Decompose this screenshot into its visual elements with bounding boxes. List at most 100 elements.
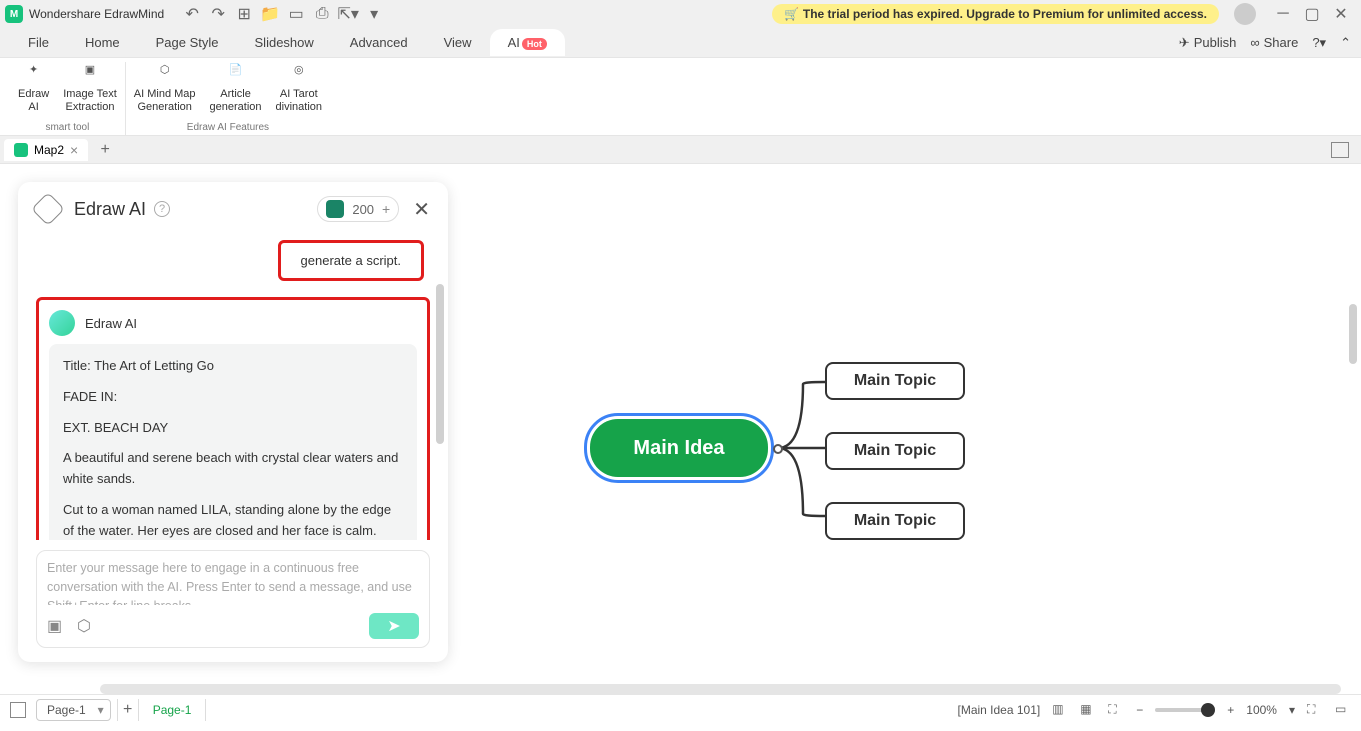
share-button[interactable]: ∞Share <box>1250 35 1298 50</box>
menu-ai[interactable]: AIHot <box>490 29 565 56</box>
zoom-dropdown-icon[interactable]: ▾ <box>1289 703 1295 717</box>
ai-response-body: Title: The Art of Letting Go FADE IN: EX… <box>49 344 417 540</box>
bot-icon <box>326 200 344 218</box>
chat-scrollbar[interactable] <box>436 284 444 444</box>
canvas[interactable]: Edraw AI ? 200 + ✕ generate a script. Ed… <box>0 164 1361 694</box>
edraw-ai-panel: Edraw AI ? 200 + ✕ generate a script. Ed… <box>18 182 448 662</box>
script-line: EXT. BEACH DAY <box>63 418 403 439</box>
script-line: A beautiful and serene beach with crysta… <box>63 448 403 490</box>
ai-name: Edraw AI <box>85 316 137 331</box>
ribbon-group-smart-tool: ✦Edraw AI ▣Image Text Extraction smart t… <box>10 62 126 135</box>
menubar: File Home Page Style Slideshow Advanced … <box>0 28 1361 58</box>
connectors <box>768 364 828 544</box>
window-controls: ─ ▢ ✕ <box>1276 7 1348 21</box>
minimize-icon[interactable]: ─ <box>1276 7 1290 21</box>
ai-mindmap-button[interactable]: ⬡AI Mind Map Generation <box>130 62 200 116</box>
panel-toggle-icon[interactable] <box>1331 142 1349 158</box>
menu-view[interactable]: View <box>426 31 490 54</box>
page-dropdown[interactable]: Page-1 <box>36 699 111 721</box>
maximize-icon[interactable]: ▢ <box>1305 7 1319 21</box>
send-icon: ➤ <box>387 616 400 636</box>
horizontal-scrollbar[interactable] <box>100 684 1341 694</box>
export-icon[interactable]: ⇱▾ <box>340 6 356 22</box>
trial-banner[interactable]: 🛒 The trial period has expired. Upgrade … <box>772 4 1219 24</box>
zoom-in-button[interactable]: + <box>1227 703 1234 717</box>
ribbon-group-ai-features: ⬡AI Mind Map Generation 📄Article generat… <box>126 62 330 135</box>
quick-access-toolbar: ↶ ↷ ⊞ 📁 ▭ ⎙ ⇱▾ ▾ <box>184 6 382 22</box>
close-icon[interactable]: ✕ <box>1334 7 1348 21</box>
menu-ai-label: AI <box>508 35 520 50</box>
ai-panel-header: Edraw AI ? 200 + ✕ <box>18 196 448 234</box>
ocr-icon: ▣ <box>79 64 101 86</box>
menu-home[interactable]: Home <box>67 31 138 54</box>
image-text-extraction-button[interactable]: ▣Image Text Extraction <box>59 62 121 116</box>
add-tokens-button[interactable]: + <box>382 201 390 217</box>
article-generation-button[interactable]: 📄Article generation <box>206 62 266 116</box>
image-input-icon[interactable]: ▣ <box>47 616 67 636</box>
add-tab-button[interactable]: + <box>96 141 114 159</box>
share-icon: ∞ <box>1250 35 1259 50</box>
ai-panel-title: Edraw AI <box>74 199 146 220</box>
user-avatar[interactable] <box>1234 3 1256 25</box>
vertical-scrollbar[interactable] <box>1349 304 1357 364</box>
status-right: [Main Idea 101] ▥ ▦ ⛶ − + 100% ▾ ⛶ ▭ <box>958 702 1352 718</box>
help-button[interactable]: ?▾ <box>1312 35 1326 51</box>
more-icon[interactable]: ▾ <box>366 6 382 22</box>
script-line: FADE IN: <box>63 387 403 408</box>
titlebar: M Wondershare EdrawMind ↶ ↷ ⊞ 📁 ▭ ⎙ ⇱▾ ▾… <box>0 0 1361 28</box>
outline-icon[interactable] <box>10 702 26 718</box>
save-icon[interactable]: ▭ <box>288 6 304 22</box>
help-icon[interactable]: ? <box>154 201 170 217</box>
doc-icon <box>14 143 28 157</box>
fullscreen-icon[interactable]: ⛶ <box>1307 702 1323 718</box>
app-title: Wondershare EdrawMind <box>29 7 164 21</box>
chat-input-area: Enter your message here to engage in a c… <box>36 550 430 648</box>
tarot-button[interactable]: ◎AI Tarot divination <box>272 62 326 116</box>
menu-file[interactable]: File <box>10 31 67 54</box>
publish-button[interactable]: ✈Publish <box>1179 35 1237 51</box>
publish-icon: ✈ <box>1179 35 1190 51</box>
collapse-ribbon-icon[interactable]: ⌃ <box>1340 35 1351 51</box>
layout-icon-1[interactable]: ▥ <box>1052 702 1068 718</box>
undo-icon[interactable]: ↶ <box>184 6 200 22</box>
doc-tab-label: Map2 <box>34 143 64 157</box>
new-icon[interactable]: ⊞ <box>236 6 252 22</box>
add-page-button[interactable]: + <box>117 699 139 721</box>
topic-node[interactable]: Main Topic <box>825 362 965 400</box>
input-toolbar: ▣ ⬡ ➤ <box>47 613 419 639</box>
page-tab[interactable]: Page-1 <box>139 699 207 721</box>
open-icon[interactable]: 📁 <box>262 6 278 22</box>
menu-page-style[interactable]: Page Style <box>138 31 237 54</box>
zoom-thumb[interactable] <box>1201 703 1215 717</box>
menu-advanced[interactable]: Advanced <box>332 31 426 54</box>
zoom-out-button[interactable]: − <box>1136 703 1143 717</box>
layout-icon-2[interactable]: ▦ <box>1080 702 1096 718</box>
zoom-slider[interactable] <box>1155 708 1215 712</box>
redo-icon[interactable]: ↷ <box>210 6 226 22</box>
topic-node[interactable]: Main Topic <box>825 432 965 470</box>
hot-badge: Hot <box>522 38 547 50</box>
article-icon: 📄 <box>225 64 247 86</box>
minimize-panel-icon[interactable]: ▭ <box>1335 702 1351 718</box>
send-button[interactable]: ➤ <box>369 613 419 639</box>
close-panel-icon[interactable]: ✕ <box>413 197 430 222</box>
close-tab-icon[interactable]: × <box>70 142 78 158</box>
user-message: generate a script. <box>278 240 424 281</box>
app-icon: M <box>5 5 23 23</box>
node-handle[interactable] <box>773 444 783 454</box>
cart-icon: 🛒 <box>784 7 799 21</box>
tarot-icon: ◎ <box>288 64 310 86</box>
ai-logo-icon <box>31 192 65 226</box>
mindmap-input-icon[interactable]: ⬡ <box>77 616 97 636</box>
token-counter: 200 + <box>317 196 399 222</box>
document-tab[interactable]: Map2 × <box>4 139 88 161</box>
menu-slideshow[interactable]: Slideshow <box>237 31 332 54</box>
main-idea-node[interactable]: Main Idea <box>590 419 768 477</box>
topic-node[interactable]: Main Topic <box>825 502 965 540</box>
print-icon[interactable]: ⎙ <box>314 6 330 22</box>
edraw-ai-button[interactable]: ✦Edraw AI <box>14 62 53 116</box>
fit-icon[interactable]: ⛶ <box>1108 702 1124 718</box>
chat-input[interactable]: Enter your message here to engage in a c… <box>47 559 419 605</box>
statusbar: Page-1 + Page-1 [Main Idea 101] ▥ ▦ ⛶ − … <box>0 694 1361 724</box>
document-tabs: Map2 × + <box>0 136 1361 164</box>
